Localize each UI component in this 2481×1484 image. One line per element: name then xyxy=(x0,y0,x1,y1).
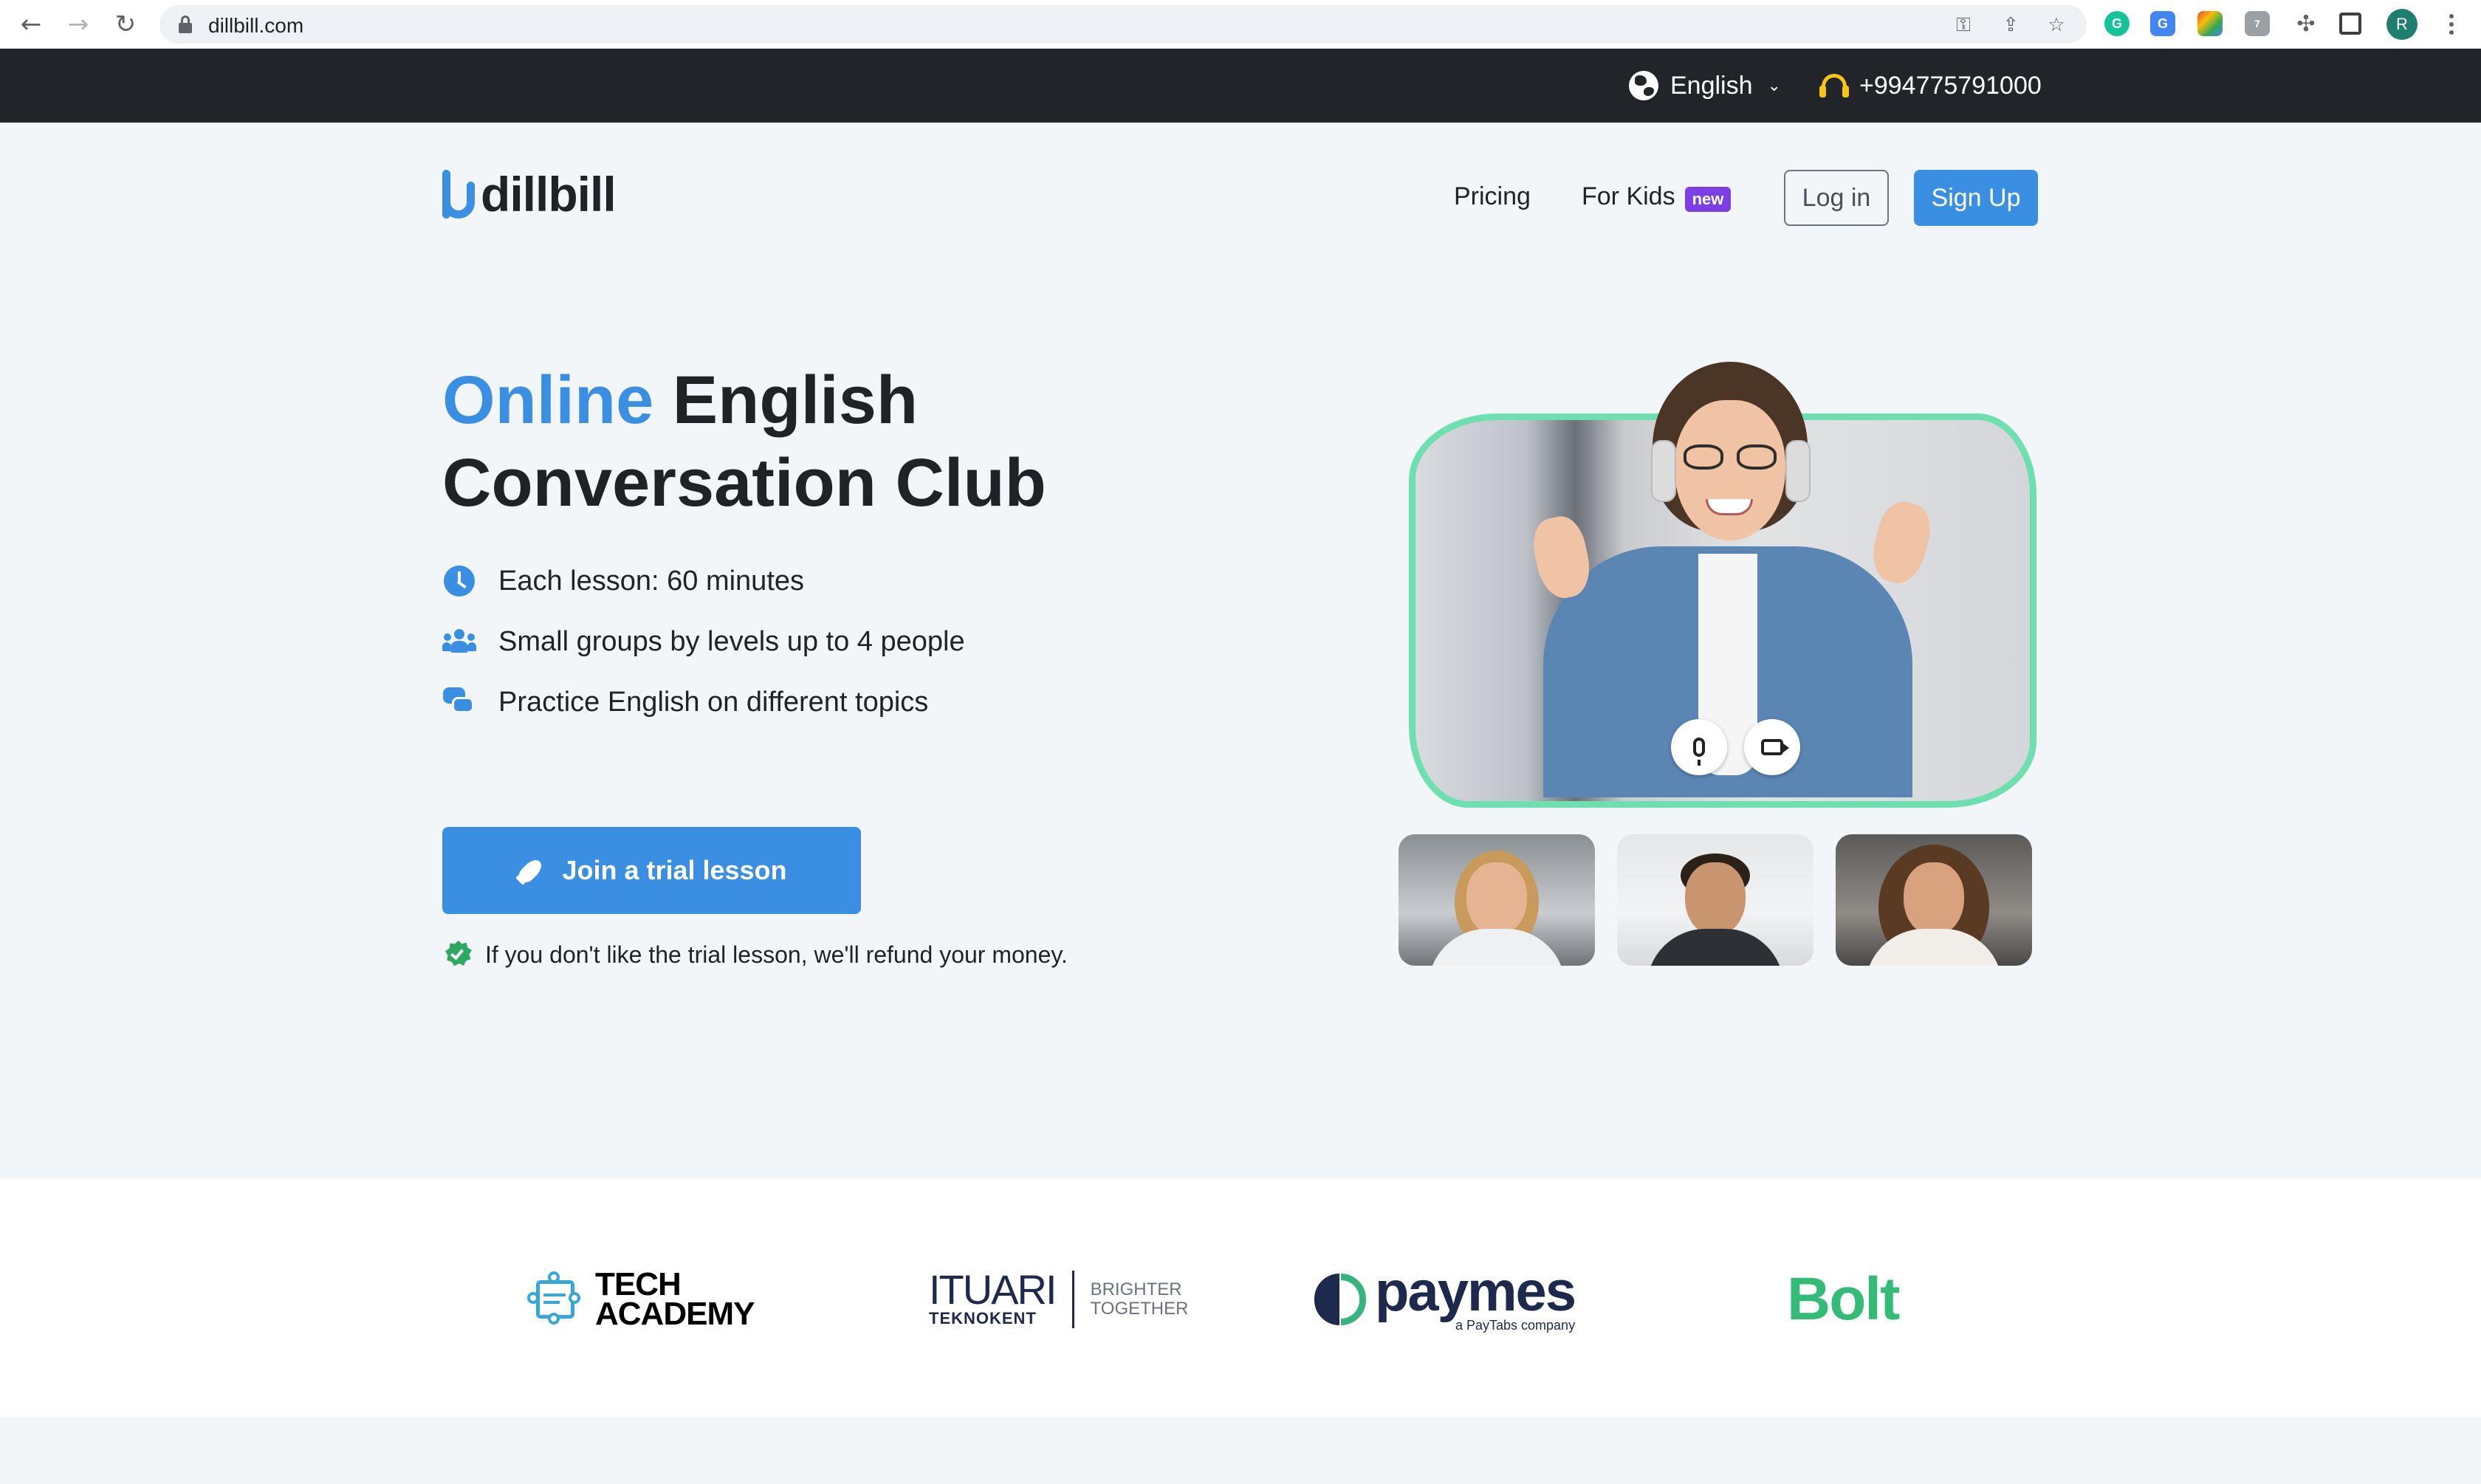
phone-contact[interactable]: +994775791000 xyxy=(1819,71,2042,100)
profile-avatar[interactable]: R xyxy=(2386,9,2417,40)
tech-academy-mark xyxy=(526,1270,585,1329)
participant-thumbnail xyxy=(1399,834,1595,966)
lock-icon[interactable] xyxy=(179,16,192,33)
rocket-icon xyxy=(515,855,547,886)
puzzle-extension-icon[interactable]: ✣ xyxy=(2293,11,2319,37)
tech-academy-line1: TECH xyxy=(595,1266,682,1302)
join-trial-button[interactable]: Join a trial lesson xyxy=(442,827,861,914)
ituari-tagline-1: BRIGHTER xyxy=(1090,1279,1182,1299)
share-icon[interactable]: ⇪ xyxy=(2000,14,2022,36)
bookmark-star-icon[interactable]: ☆ xyxy=(2045,14,2068,36)
feature-item: Each lesson: 60 minutes xyxy=(442,563,804,600)
camera-icon xyxy=(1761,739,1789,755)
chevron-down-icon: ⌄ xyxy=(1767,76,1781,95)
microphone-button[interactable] xyxy=(1671,719,1727,775)
back-icon[interactable]: ← xyxy=(13,7,49,42)
tech-academy-logo: TECH ACADEMY xyxy=(526,1266,755,1333)
badge-check-icon xyxy=(445,941,472,969)
phone-number: +994775791000 xyxy=(1859,71,2042,100)
chat-icon xyxy=(442,685,476,719)
next-section xyxy=(0,1417,2481,1484)
paymes-sub: a PayTabs company xyxy=(1455,1317,1576,1333)
language-selector[interactable]: English ⌄ xyxy=(1629,71,1781,100)
feature-text: Practice English on different topics xyxy=(498,686,929,718)
feature-text: Each lesson: 60 minutes xyxy=(498,565,805,597)
bolt-name: Bolt xyxy=(1787,1265,1900,1333)
translate-extension-icon[interactable]: G xyxy=(2150,11,2175,36)
feature-item: Small groups by levels up to 4 people xyxy=(442,623,965,660)
key-icon[interactable]: ⚿ xyxy=(1952,14,1974,36)
headset-icon xyxy=(1819,71,1849,100)
ituari-sub: TEKNOKENT xyxy=(929,1309,1037,1327)
headphones-illustration xyxy=(1651,440,1676,502)
camera-button[interactable] xyxy=(1744,719,1800,775)
users-icon xyxy=(442,625,476,659)
paymes-logo: paymes a PayTabs company xyxy=(1314,1260,1576,1333)
forward-icon[interactable]: → xyxy=(61,7,96,42)
address-bar[interactable]: dillbill.com ⚿ ⇪ ☆ xyxy=(159,5,2087,44)
paymes-mark xyxy=(1314,1274,1366,1325)
microphone-icon xyxy=(1693,738,1705,766)
logo-text: dillbill xyxy=(481,167,617,221)
hero-title: Online English Conversation Club xyxy=(442,359,1181,524)
login-button[interactable]: Log in xyxy=(1784,170,1889,226)
signup-button[interactable]: Sign Up xyxy=(1914,170,2038,226)
paymes-name: paymes xyxy=(1375,1260,1576,1323)
url-text: dillbill.com xyxy=(208,14,304,37)
partners-band: TECH ACADEMY ITUARI TEKNOKENT BRIGHTER T… xyxy=(0,1179,2481,1417)
clock-icon xyxy=(442,564,476,598)
guarantee-text: If you don't like the trial lesson, we'l… xyxy=(485,941,1068,968)
refund-guarantee: If you don't like the trial lesson, we'l… xyxy=(445,941,1068,969)
side-panel-icon[interactable] xyxy=(2339,13,2361,35)
tech-academy-line2: ACADEMY xyxy=(595,1296,755,1332)
new-badge: new xyxy=(1685,187,1731,212)
join-trial-label: Join a trial lesson xyxy=(562,855,787,885)
top-info-bar: English ⌄ +994775791000 xyxy=(0,49,2481,123)
ituari-tagline-2: TOGETHER xyxy=(1090,1299,1189,1319)
nav-for-kids[interactable]: For Kids xyxy=(1582,182,1675,211)
feature-text: Small groups by levels up to 4 people xyxy=(498,625,965,657)
participant-thumbnail xyxy=(1617,834,1813,966)
feature-item: Practice English on different topics xyxy=(442,684,928,721)
bolt-logo: Bolt xyxy=(1787,1265,1900,1333)
browser-menu-icon[interactable] xyxy=(2437,7,2466,41)
hero-title-line1: English xyxy=(653,363,919,438)
ituari-name: ITUARI xyxy=(929,1266,1057,1313)
ghost-extension-icon[interactable]: 7 xyxy=(2245,11,2270,36)
grammarly-extension-icon[interactable]: G xyxy=(2104,11,2130,36)
globe-icon xyxy=(1629,71,1658,100)
hero-title-accent: Online xyxy=(442,363,654,438)
participant-thumbnail xyxy=(1836,834,2032,966)
hero-title-line2: Conversation Club xyxy=(442,445,1046,521)
browser-toolbar: ← → ↻ dillbill.com ⚿ ⇪ ☆ G G 7 ✣ R xyxy=(0,0,2481,49)
nav-pricing[interactable]: Pricing xyxy=(1454,182,1531,211)
reload-icon[interactable]: ↻ xyxy=(108,7,143,42)
site-logo[interactable]: dillbill xyxy=(442,167,617,221)
color-picker-extension-icon[interactable] xyxy=(2197,11,2223,36)
ituari-logo: ITUARI TEKNOKENT BRIGHTER TOGETHER xyxy=(929,1266,1188,1333)
logo-mark-icon xyxy=(442,170,475,219)
language-label: English xyxy=(1670,71,1753,100)
